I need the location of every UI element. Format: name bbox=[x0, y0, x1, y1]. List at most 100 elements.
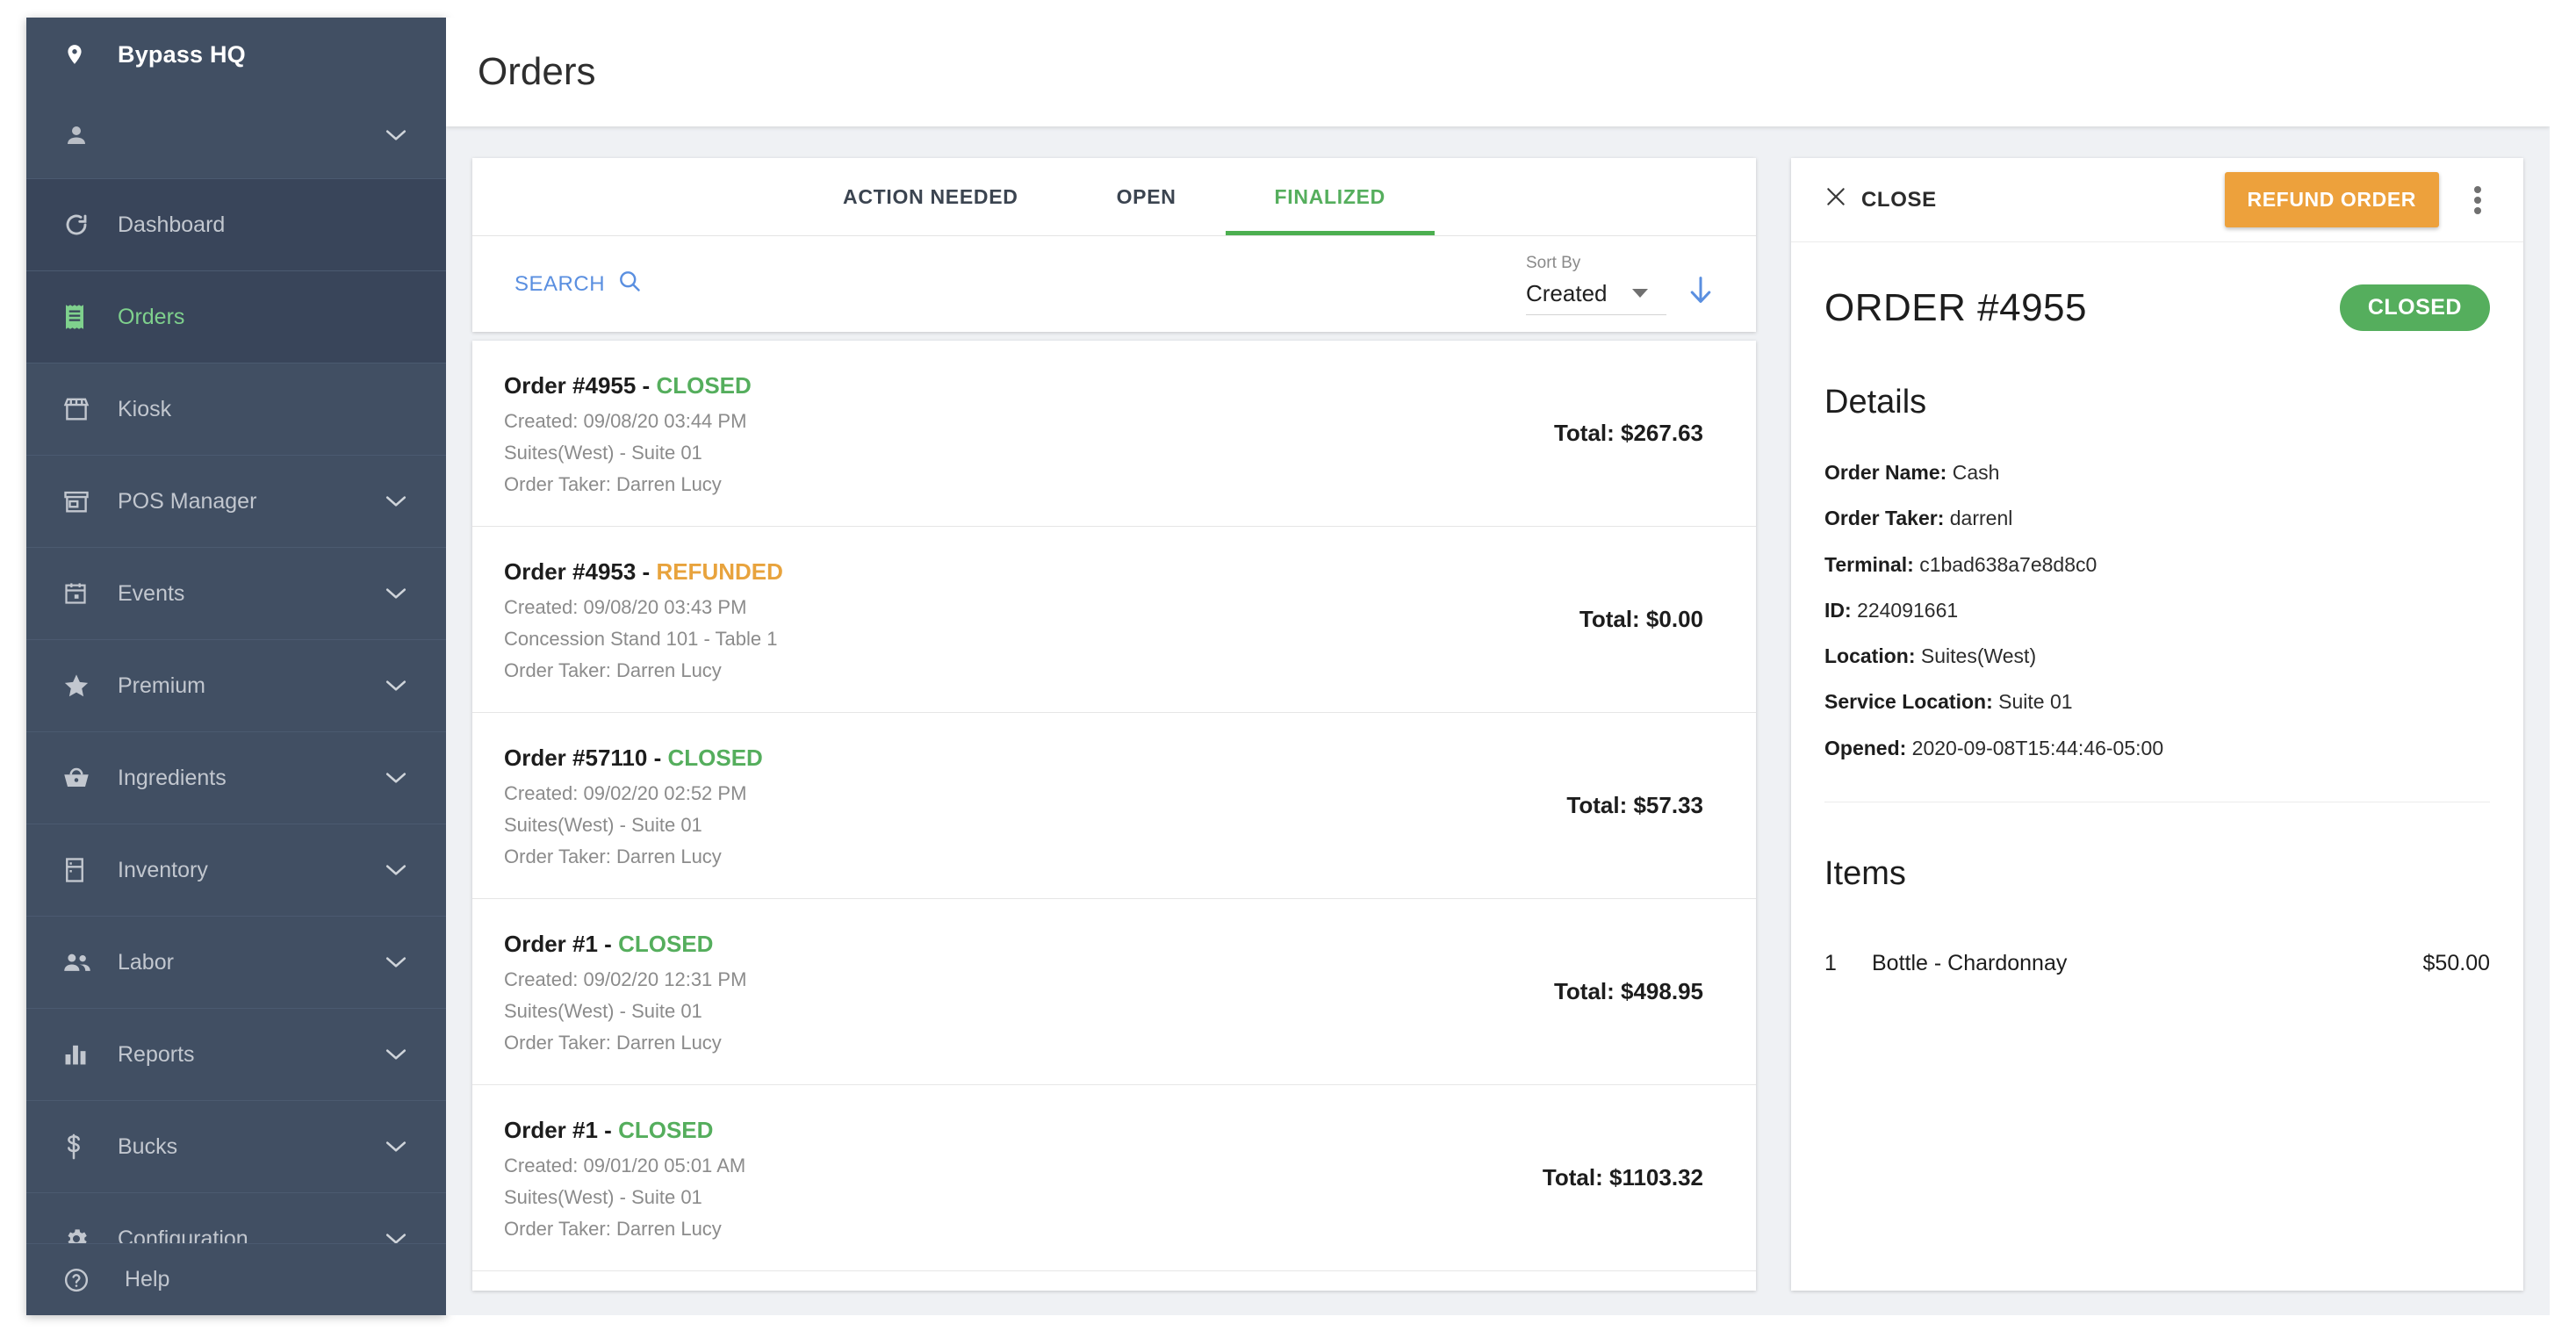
sidebar-item-bucks[interactable]: Bucks bbox=[26, 1101, 446, 1193]
tab-finalized[interactable]: FINALIZED bbox=[1225, 158, 1436, 235]
search-label: SEARCH bbox=[514, 271, 606, 296]
sort-by-field: Sort By Created bbox=[1526, 254, 1666, 315]
order-status: CLOSED bbox=[618, 931, 714, 957]
order-location: Suites(West) - Suite 01 bbox=[504, 814, 702, 836]
order-taker: Order Taker: Darren Lucy bbox=[504, 845, 722, 867]
order-title: Order #1 - CLOSED bbox=[504, 931, 1554, 958]
tab-label: OPEN bbox=[1116, 184, 1176, 208]
close-label: CLOSE bbox=[1861, 187, 1937, 212]
star-icon bbox=[63, 673, 98, 699]
detail-body: ORDER #4955 CLOSED Details Order Name: C… bbox=[1791, 242, 2523, 803]
sidebar-item-labor[interactable]: Labor bbox=[26, 917, 446, 1009]
sidebar-item-kiosk[interactable]: Kiosk bbox=[26, 363, 446, 456]
sidebar-item-label: Ingredients bbox=[118, 765, 227, 790]
refund-order-button[interactable]: REFUND ORDER bbox=[2224, 172, 2439, 227]
bar-chart-icon bbox=[63, 1043, 98, 1066]
chevron-down-icon[interactable] bbox=[383, 494, 409, 508]
person-icon bbox=[63, 122, 98, 148]
order-created: Created: 09/01/20 05:01 AM bbox=[504, 1155, 746, 1176]
sidebar-item-reports[interactable]: Reports bbox=[26, 1009, 446, 1101]
arrow-down-icon bbox=[1687, 276, 1714, 309]
sidebar-item-help[interactable]: Help bbox=[26, 1243, 446, 1315]
chevron-down-icon[interactable] bbox=[383, 1140, 409, 1154]
close-button[interactable]: CLOSE bbox=[1824, 185, 1937, 214]
table-row[interactable]: Order #4955 - CLOSED Created: 09/08/20 0… bbox=[472, 341, 1756, 527]
sidebar-item-label: Dashboard bbox=[118, 212, 226, 237]
sort-direction-button[interactable] bbox=[1687, 276, 1714, 315]
order-summary: Order #57110 - CLOSED Created: 09/02/20 … bbox=[504, 745, 1566, 867]
sidebar-item-label: Bucks bbox=[118, 1133, 178, 1159]
sidebar-item-ingredients[interactable]: Ingredients bbox=[26, 732, 446, 824]
detail-field-label: Service Location: bbox=[1824, 690, 1993, 714]
order-location: Suites(West) - Suite 01 bbox=[504, 442, 702, 464]
details-heading: Details bbox=[1824, 384, 1927, 421]
orders-list[interactable]: Order #4955 - CLOSED Created: 09/08/20 0… bbox=[472, 341, 1756, 1291]
chevron-down-icon[interactable] bbox=[383, 679, 409, 693]
detail-field-value: darrenl bbox=[1949, 507, 2013, 530]
sidebar-item-dashboard[interactable]: Dashboard bbox=[26, 179, 446, 271]
sidebar-item-inventory[interactable]: Inventory bbox=[26, 824, 446, 917]
sidebar-user-selector[interactable] bbox=[26, 91, 446, 179]
sidebar-item-label: Orders bbox=[118, 304, 185, 329]
magnifier-icon bbox=[617, 269, 642, 299]
items-heading: Items bbox=[1824, 855, 1906, 893]
sort-by-select[interactable]: Created bbox=[1526, 280, 1666, 315]
search-button[interactable]: SEARCH bbox=[514, 269, 642, 299]
chevron-down-icon[interactable] bbox=[383, 955, 409, 969]
sidebar-brand: Bypass HQ bbox=[26, 18, 446, 91]
order-taker: Order Taker: Darren Lucy bbox=[504, 659, 722, 681]
table-row[interactable]: Order #1 - CLOSED Created: 09/02/20 12:3… bbox=[472, 899, 1756, 1085]
detail-field-label: Order Taker: bbox=[1824, 507, 1945, 530]
detail-field-service-location: Service Location: Suite 01 bbox=[1824, 691, 2490, 713]
table-row[interactable]: Order #4953 - REFUNDED Created: 09/08/20… bbox=[472, 527, 1756, 713]
detail-field-opened: Opened: 2020-09-08T15:44:46-05:00 bbox=[1824, 737, 2490, 759]
list-item[interactable]: 1 Bottle - Chardonnay $50.00 bbox=[1824, 933, 2490, 994]
item-price: $50.00 bbox=[2422, 951, 2490, 976]
detail-order-header: ORDER #4955 CLOSED bbox=[1824, 242, 2490, 331]
chevron-down-icon[interactable] bbox=[383, 586, 409, 601]
order-detail-panel: CLOSE REFUND ORDER ORDER #4955 CLOSED De… bbox=[1791, 158, 2523, 1291]
order-title: Order #57110 - CLOSED bbox=[504, 745, 1566, 772]
chevron-down-icon[interactable] bbox=[383, 1047, 409, 1061]
order-total: Total: $1103.32 bbox=[1542, 1164, 1703, 1191]
items-section: Items 1 Bottle - Chardonnay $50.00 bbox=[1791, 802, 2523, 994]
sidebar-item-orders[interactable]: Orders bbox=[26, 271, 446, 363]
tab-open[interactable]: OPEN bbox=[1068, 158, 1226, 235]
tab-label: FINALIZED bbox=[1274, 184, 1385, 208]
order-taker: Order Taker: Darren Lucy bbox=[504, 1218, 722, 1240]
tab-label: ACTION NEEDED bbox=[843, 184, 1018, 208]
table-row[interactable]: Order #1 - CLOSED Created: 09/01/20 05:0… bbox=[472, 1085, 1756, 1271]
sidebar-nav: Dashboard Orders Kiosk POS Manager Event… bbox=[26, 179, 446, 1285]
kiosk-icon bbox=[63, 397, 98, 421]
sidebar-item-pos-manager[interactable]: POS Manager bbox=[26, 456, 446, 548]
detail-field-value: Suites(West) bbox=[1920, 644, 2037, 668]
orders-panel: ACTION NEEDED OPEN FINALIZED SEARCH Sort… bbox=[472, 158, 1756, 1291]
order-created: Created: 09/02/20 02:52 PM bbox=[504, 782, 747, 804]
orders-tabs: ACTION NEEDED OPEN FINALIZED bbox=[472, 158, 1756, 235]
help-circle-icon bbox=[63, 1267, 98, 1293]
more-vertical-icon[interactable] bbox=[2462, 174, 2493, 227]
sidebar-item-events[interactable]: Events bbox=[26, 548, 446, 640]
order-total: Total: $498.95 bbox=[1553, 978, 1703, 1004]
sidebar-item-label: Kiosk bbox=[118, 396, 172, 421]
order-title: Order #4953 - REFUNDED bbox=[504, 558, 1579, 586]
sidebar-item-premium[interactable]: Premium bbox=[26, 640, 446, 732]
sort-controls: Sort By Created bbox=[1526, 254, 1714, 315]
order-location: Suites(West) - Suite 01 bbox=[504, 1186, 702, 1208]
chevron-down-icon[interactable] bbox=[383, 863, 409, 877]
order-summary: Order #4953 - REFUNDED Created: 09/08/20… bbox=[504, 558, 1579, 680]
order-status: CLOSED bbox=[667, 745, 763, 771]
detail-field-label: Terminal: bbox=[1824, 552, 1914, 576]
orders-searchbar: SEARCH Sort By Created bbox=[472, 235, 1756, 332]
detail-field-label: Order Name: bbox=[1824, 461, 1947, 484]
chevron-down-icon[interactable] bbox=[383, 771, 409, 785]
table-row[interactable]: Order #57110 - CLOSED Created: 09/02/20 … bbox=[472, 713, 1756, 899]
dashboard-icon bbox=[63, 212, 98, 238]
detail-field-terminal: Terminal: c1bad638a7e8d8c0 bbox=[1824, 552, 2490, 576]
tab-action-needed[interactable]: ACTION NEEDED bbox=[794, 158, 1068, 235]
order-number: Order #57110 - bbox=[504, 745, 668, 771]
sidebar-item-label: Premium bbox=[118, 673, 206, 698]
order-number: Order #1 - bbox=[504, 931, 619, 957]
main-area: Orders ACTION NEEDED OPEN FINALIZED SEAR… bbox=[446, 18, 2550, 1315]
detail-field-label: ID: bbox=[1824, 598, 1852, 622]
